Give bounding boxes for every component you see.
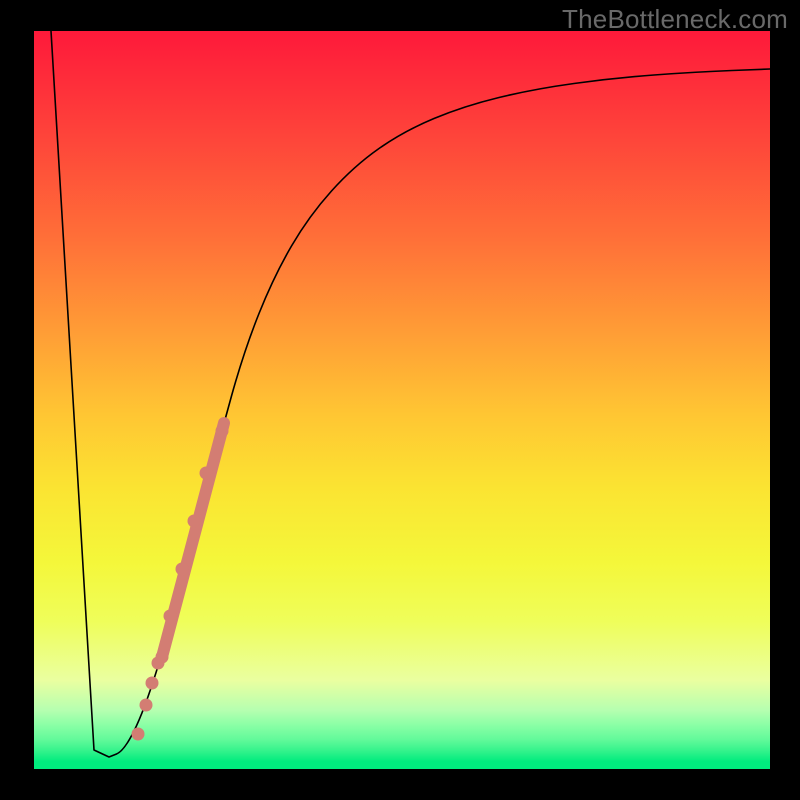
highlight-dot [156, 651, 169, 664]
highlight-dot [216, 425, 229, 438]
highlight-dot [164, 610, 177, 623]
plot-area [34, 31, 770, 769]
highlight-dot [140, 699, 153, 712]
chart-svg [34, 31, 770, 769]
highlight-dot [176, 563, 189, 576]
highlight-dot [188, 515, 201, 528]
highlight-dot [132, 728, 145, 741]
chart-frame: TheBottleneck.com [0, 0, 800, 800]
highlight-dot [200, 467, 213, 480]
highlight-dot [146, 677, 159, 690]
